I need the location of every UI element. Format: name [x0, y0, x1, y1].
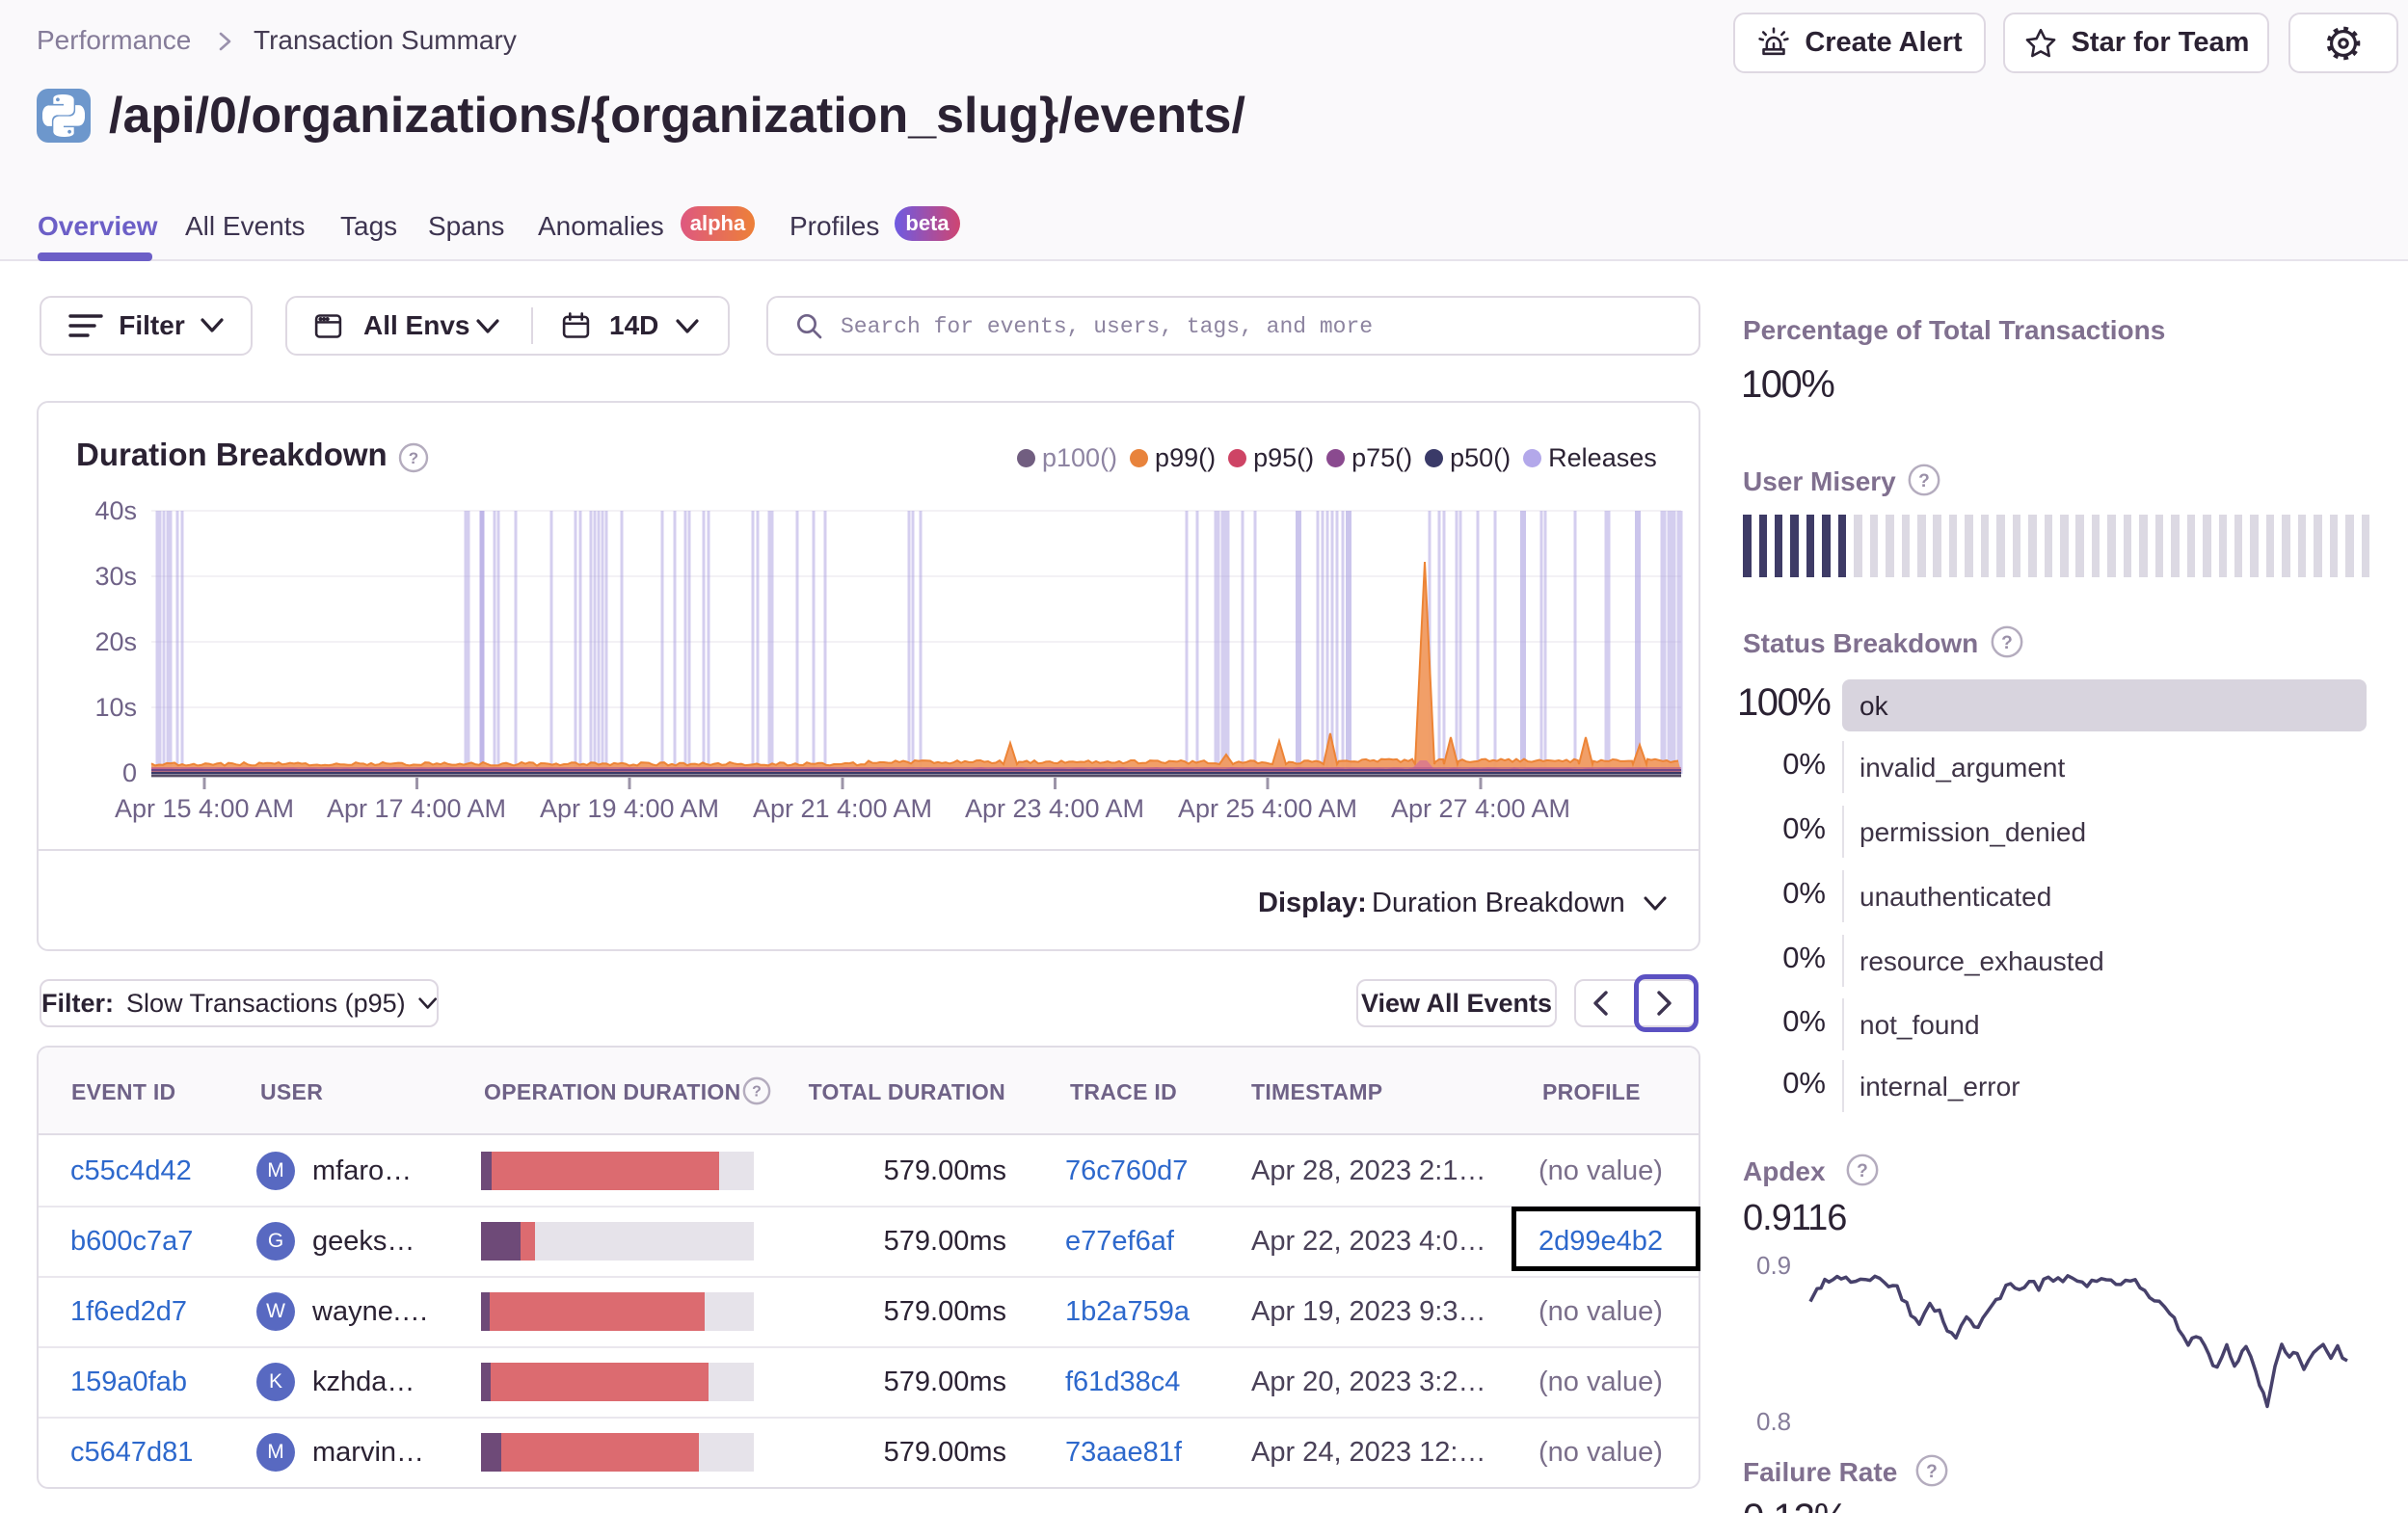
svg-text:?: ?: [409, 449, 418, 467]
svg-text:?: ?: [1857, 1161, 1868, 1181]
svg-text:?: ?: [752, 1084, 762, 1101]
svg-text:?: ?: [1918, 471, 1930, 491]
svg-text:?: ?: [1926, 1462, 1938, 1482]
svg-text:?: ?: [2001, 633, 2013, 653]
